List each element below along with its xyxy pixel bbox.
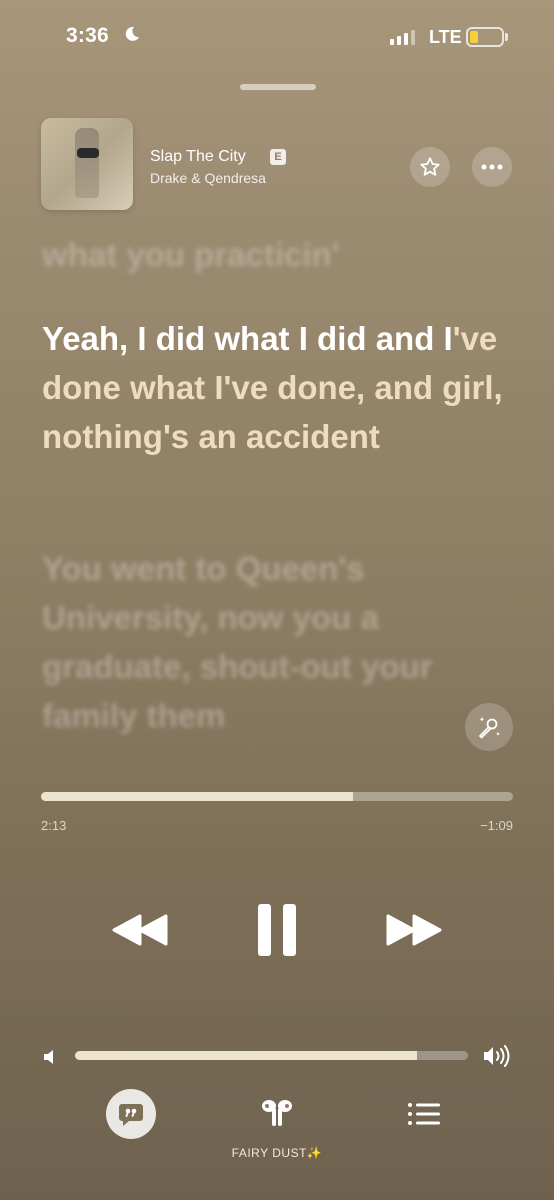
more-options-button[interactable]	[472, 147, 512, 187]
playback-progress-fill	[41, 792, 353, 801]
output-device-label[interactable]: FAIRY DUST✨	[0, 1146, 554, 1160]
ellipsis-icon	[481, 164, 503, 170]
quote-bubble-icon	[119, 1104, 143, 1126]
remaining-time: −1:09	[480, 818, 513, 833]
playback-scrubber[interactable]	[41, 792, 513, 801]
airpods-icon[interactable]	[258, 1097, 296, 1131]
artist-name[interactable]: Drake & Qendresa	[150, 170, 266, 186]
sheet-grabber[interactable]	[240, 84, 316, 90]
lyric-line-next[interactable]: You went to Queen's University, now you …	[42, 544, 512, 740]
moon-icon	[125, 26, 139, 41]
volume-high-icon	[484, 1045, 510, 1067]
microphone-sparkle-icon	[479, 717, 500, 739]
album-artwork[interactable]	[41, 118, 133, 210]
cellular-signal-icon	[390, 30, 415, 45]
sing-along-button[interactable]	[465, 703, 513, 751]
pause-button[interactable]	[252, 902, 302, 958]
favorite-button[interactable]	[410, 147, 450, 187]
star-icon	[420, 157, 440, 176]
volume-slider[interactable]	[75, 1051, 468, 1060]
explicit-badge: E	[270, 149, 286, 165]
rewind-button[interactable]	[110, 908, 170, 952]
battery-icon	[466, 27, 504, 47]
battery-tip	[505, 33, 508, 41]
status-time: 3:36	[66, 24, 109, 47]
queue-list-icon[interactable]	[406, 1100, 442, 1128]
volume-level-fill	[75, 1051, 417, 1060]
lyric-sung-part: Yeah, I did what I did and I	[42, 320, 453, 357]
song-title[interactable]: Slap The City	[150, 148, 246, 166]
lyric-line-previous[interactable]: what you practicin'	[42, 230, 512, 280]
lyrics-button[interactable]	[106, 1089, 156, 1139]
elapsed-time: 2:13	[41, 818, 67, 833]
lyric-line-current[interactable]: Yeah, I did what I did and I've done wha…	[42, 314, 512, 461]
volume-low-icon	[44, 1050, 53, 1064]
fast-forward-button[interactable]	[384, 908, 444, 952]
network-type: LTE	[429, 27, 462, 47]
